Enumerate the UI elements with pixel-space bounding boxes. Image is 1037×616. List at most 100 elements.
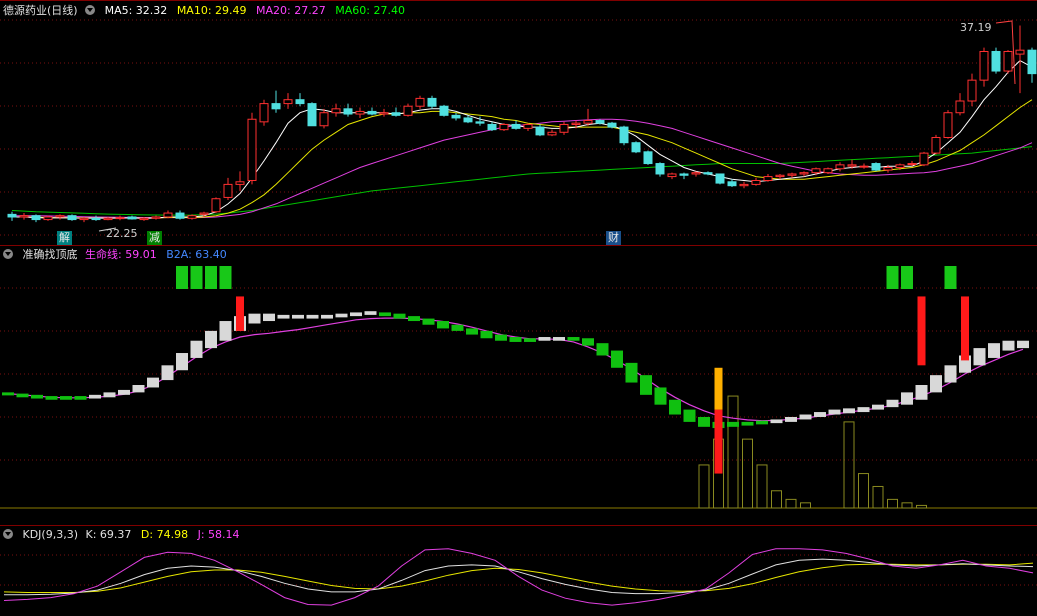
kdj-d-label: D: 74.98 xyxy=(140,528,189,541)
green-column xyxy=(669,399,681,415)
settings-dropdown-icon[interactable] xyxy=(3,529,13,539)
white-column xyxy=(335,313,348,318)
candle-body xyxy=(907,163,917,166)
white-column xyxy=(292,314,304,319)
candle-body xyxy=(883,166,893,171)
white-column xyxy=(886,399,899,408)
white-column xyxy=(350,312,362,317)
green-column xyxy=(625,362,638,383)
settings-dropdown-icon[interactable] xyxy=(3,249,13,259)
white-column xyxy=(1017,340,1029,349)
indicator-panel-header: 准确找顶底 生命线: 59.01 B2A: 63.40 xyxy=(3,248,233,262)
candle-body xyxy=(31,215,41,221)
candle-body xyxy=(415,97,425,107)
candle-body xyxy=(295,99,305,105)
white-column xyxy=(219,321,232,341)
candle-body xyxy=(763,176,773,181)
white-column xyxy=(277,314,290,319)
candle-body xyxy=(847,164,857,167)
white-column xyxy=(147,377,159,388)
red-signal-bar xyxy=(236,296,244,331)
candle-body xyxy=(367,110,377,115)
white-column xyxy=(944,365,957,383)
green-column xyxy=(437,321,449,329)
white-column xyxy=(176,353,188,371)
event-tag-reduce[interactable]: 减 xyxy=(147,231,162,245)
candle-body xyxy=(667,173,677,178)
white-column xyxy=(132,385,145,393)
candle-body xyxy=(775,174,785,178)
settings-dropdown-icon[interactable] xyxy=(85,5,96,15)
green-column xyxy=(698,416,710,427)
candle-body xyxy=(583,120,593,124)
candle-body xyxy=(511,123,521,129)
green-column xyxy=(596,343,609,356)
white-column xyxy=(814,412,826,417)
ma60-label: MA60: 27.40 xyxy=(335,4,405,17)
white-column xyxy=(872,404,884,410)
white-column xyxy=(103,392,116,398)
candle-body xyxy=(55,215,65,218)
candle-body xyxy=(811,168,821,174)
candle-body xyxy=(427,97,437,107)
candle-body xyxy=(619,126,629,144)
kdj-panel-title[interactable]: KDJ(9,3,3) xyxy=(23,528,79,541)
green-column xyxy=(393,313,406,319)
white-column xyxy=(1002,340,1015,351)
candle-body xyxy=(535,126,545,136)
white-column xyxy=(828,409,841,415)
candle-body xyxy=(67,215,77,221)
stock-chart-canvas[interactable] xyxy=(0,0,1037,616)
candle-body xyxy=(943,112,953,138)
white-column xyxy=(89,394,101,399)
green-column xyxy=(466,328,478,335)
low-price-label: 22.25 xyxy=(106,227,138,240)
green-column xyxy=(2,392,14,396)
green-column xyxy=(495,334,507,341)
candle-body xyxy=(859,165,869,168)
candle-body xyxy=(139,217,149,221)
white-column xyxy=(118,389,130,395)
candle-body xyxy=(607,122,617,128)
green-column xyxy=(379,312,391,317)
top-signal-block xyxy=(219,266,232,289)
green-column xyxy=(654,387,667,405)
green-column xyxy=(16,393,29,398)
indicator-panel-title[interactable]: 准确找顶底 xyxy=(23,248,78,261)
white-column xyxy=(915,385,928,400)
candle-body xyxy=(331,108,341,114)
green-column xyxy=(611,350,623,368)
candle-body xyxy=(355,110,365,115)
green-column xyxy=(451,324,464,331)
green-column xyxy=(60,396,72,400)
top-signal-block xyxy=(176,266,188,289)
candle-body xyxy=(643,151,653,165)
green-column xyxy=(727,421,739,427)
event-tag-unlock[interactable]: 解 xyxy=(57,231,72,245)
top-signal-block xyxy=(901,266,913,289)
candle-body xyxy=(223,183,233,198)
candle-body xyxy=(187,215,197,219)
candle-body xyxy=(91,217,101,221)
candle-body xyxy=(1027,49,1037,75)
candle-body xyxy=(235,181,245,185)
candle-body xyxy=(247,118,257,181)
high-price-label: 37.19 xyxy=(960,21,992,34)
candle-body xyxy=(163,212,173,218)
ma5-label: MA5: 32.32 xyxy=(104,4,168,17)
candle-body xyxy=(43,216,53,221)
candle-body xyxy=(307,103,317,127)
price-panel-title[interactable]: 德源药业(日线) xyxy=(3,4,78,17)
white-column xyxy=(988,343,1000,358)
candle-body xyxy=(7,213,17,218)
candle-body xyxy=(127,216,137,220)
event-tag-finance[interactable]: 财 xyxy=(606,231,621,245)
candle-body xyxy=(343,108,353,115)
kdj-panel-header: KDJ(9,3,3) K: 69.37 D: 74.98 J: 58.14 xyxy=(3,528,246,542)
candle-body xyxy=(523,123,533,129)
candle-body xyxy=(895,164,905,168)
green-column xyxy=(756,420,768,425)
white-column xyxy=(161,365,174,381)
white-column xyxy=(205,330,217,349)
candle-body xyxy=(271,103,281,110)
